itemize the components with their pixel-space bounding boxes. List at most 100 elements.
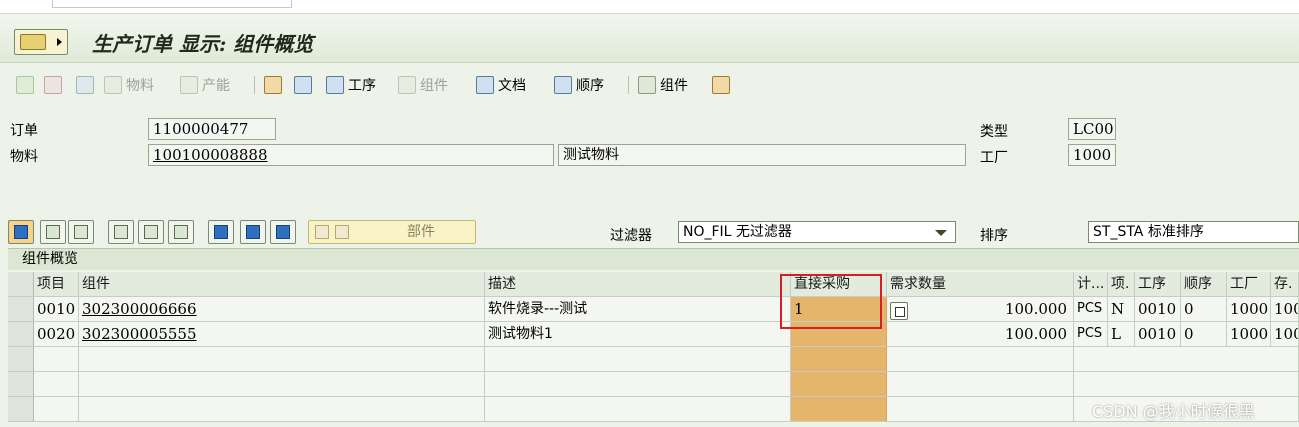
filter-label: 过滤器 [610, 228, 652, 244]
empty-cell [887, 397, 1074, 422]
select-block-button[interactable] [40, 220, 66, 244]
row-selector[interactable] [8, 372, 34, 397]
plant-field[interactable]: 1000 [1068, 144, 1116, 166]
table-row-empty[interactable] [8, 347, 1299, 372]
flag-icon [16, 76, 34, 94]
empty-cell [34, 397, 79, 422]
empty-cell [34, 347, 79, 372]
unit-cell: PCS [1074, 297, 1108, 322]
delete-row-button[interactable] [138, 220, 164, 244]
sort-select[interactable]: ST_STA 标准排序 [1088, 221, 1299, 243]
col-unit[interactable]: 计... [1074, 272, 1108, 297]
layout-button[interactable] [270, 220, 296, 244]
col-operation[interactable]: 工序 [1135, 272, 1181, 297]
toolbar-separator [254, 76, 255, 94]
type-label: 类型 [980, 124, 1008, 140]
structure-button[interactable] [712, 73, 730, 97]
component-disabled-button[interactable]: 组件 [398, 73, 448, 97]
hierarchy-button[interactable] [264, 73, 282, 97]
document-button[interactable]: 文档 [476, 73, 526, 97]
resource-button[interactable] [294, 73, 312, 97]
col-required-qty[interactable]: 需求数量 [887, 272, 1074, 297]
component-cell[interactable]: 302300006666 [79, 297, 485, 322]
details-button[interactable] [208, 220, 234, 244]
insert-row-button[interactable] [108, 220, 134, 244]
empty-cell [79, 397, 485, 422]
row-selector[interactable] [8, 297, 34, 322]
row-selector[interactable] [8, 322, 34, 347]
deselect-button[interactable] [68, 220, 94, 244]
page-title: 生产订单 显示: 组件概览 [92, 32, 314, 56]
table-row[interactable]: 0010 302300006666 软件烧录---测试 1 100.000 PC… [8, 297, 1299, 322]
move-row-button[interactable] [168, 220, 194, 244]
empty-cell [485, 347, 791, 372]
component-cell[interactable]: 302300005555 [79, 322, 485, 347]
filter-select[interactable]: NO_FIL 无过滤器 [678, 221, 956, 243]
table-row[interactable]: 0020 302300005555 测试物料1 100.000 PCS L 00… [8, 322, 1299, 347]
parts-button[interactable]: 部件 [308, 220, 476, 244]
capacity-button[interactable]: 产能 [180, 73, 230, 97]
row-selector-header[interactable] [8, 272, 34, 297]
col-item[interactable]: 项目 [34, 272, 79, 297]
table-header-row: 项目 组件 描述 直接采购 需求数量 计... 项. 工序 顺序 工厂 存. [8, 272, 1299, 297]
pencil-icon [246, 225, 260, 239]
copy-window-icon[interactable] [890, 302, 908, 320]
quantity-cell: 100.000 [887, 297, 1074, 322]
move-row-icon [174, 225, 188, 239]
col-sequence[interactable]: 顺序 [1181, 272, 1227, 297]
operation-label: 工序 [348, 78, 376, 94]
row-selector[interactable] [8, 347, 34, 372]
columns-icon [276, 225, 290, 239]
watermark: CSDN @我小时候很黑 [1092, 402, 1255, 421]
parts-icon [335, 225, 349, 239]
chevron-right-icon [57, 38, 62, 46]
table-row-empty[interactable] [8, 372, 1299, 397]
sequence-cell: 0 [1181, 297, 1227, 322]
sequence-icon [554, 76, 572, 94]
col-item-category[interactable]: 项. [1108, 272, 1135, 297]
change-button[interactable] [240, 220, 266, 244]
capacity-label: 产能 [202, 78, 230, 94]
sequence-label: 顺序 [576, 78, 604, 94]
command-strip [0, 0, 1299, 14]
col-component[interactable]: 组件 [79, 272, 485, 297]
select-all-button[interactable] [8, 220, 34, 244]
type-field[interactable]: LC00 [1068, 118, 1116, 140]
col-storage[interactable]: 存. [1271, 272, 1299, 297]
unit-cell: PCS [1074, 322, 1108, 347]
title-bar: 生产订单 显示: 组件概览 [0, 15, 1299, 63]
grid-title: 组件概览 [8, 248, 1299, 270]
command-field[interactable] [52, 0, 292, 8]
order-field[interactable]: 1100000477 [148, 118, 276, 140]
item-category-cell: L [1108, 322, 1135, 347]
material-button[interactable]: 物料 [104, 73, 154, 97]
insert-row-icon [114, 225, 128, 239]
hierarchy-icon [264, 76, 282, 94]
empty-direct-cell [791, 372, 887, 397]
sequence-button[interactable]: 顺序 [554, 73, 604, 97]
storage-cell: 100 [1271, 322, 1299, 347]
capacity-icon [180, 76, 198, 94]
empty-direct-cell [791, 347, 887, 372]
operation-button[interactable]: 工序 [326, 73, 376, 97]
material-label: 物料 [10, 149, 38, 165]
component-button[interactable]: 组件 [638, 73, 688, 97]
row-selector[interactable] [8, 397, 34, 422]
flask-icon [315, 225, 329, 239]
select-all-icon [14, 225, 28, 239]
system-menu-button[interactable] [14, 29, 68, 55]
material-field[interactable]: 100100008888 [148, 144, 554, 166]
empty-cell [887, 372, 1074, 397]
empty-direct-cell [791, 397, 887, 422]
status-button[interactable] [44, 73, 62, 97]
flag-button[interactable] [16, 73, 34, 97]
component-label: 组件 [660, 78, 688, 94]
document-label: 文档 [498, 78, 526, 94]
col-description[interactable]: 描述 [485, 272, 791, 297]
status-icon [44, 76, 62, 94]
select-block-icon [46, 225, 60, 239]
col-plant[interactable]: 工厂 [1227, 272, 1271, 297]
delete-row-icon [144, 225, 158, 239]
calc-button[interactable] [76, 73, 94, 97]
operation-icon [326, 76, 344, 94]
